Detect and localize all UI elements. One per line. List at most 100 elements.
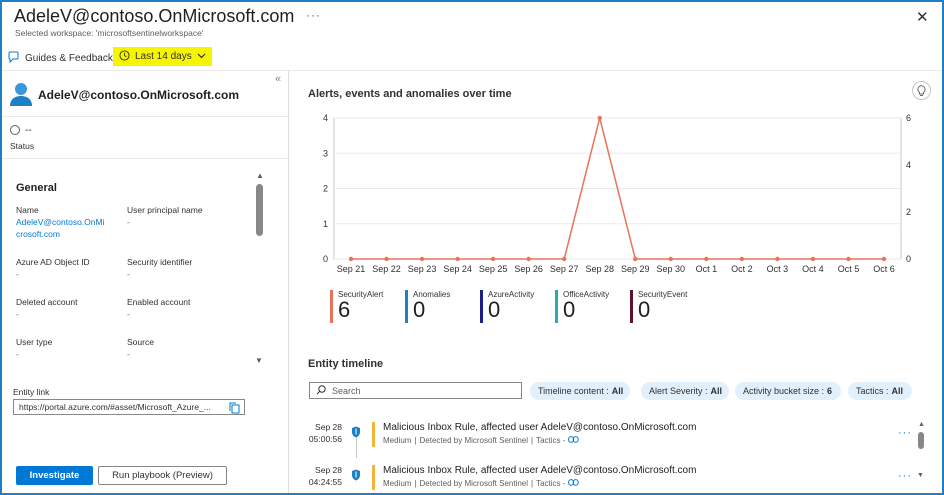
clock-icon — [119, 49, 130, 64]
legend-item[interactable]: Anomalies 0 — [405, 290, 480, 323]
time-range-button[interactable]: Last 14 days — [113, 47, 212, 66]
entity-details-panel: « AdeleV@contoso.OnMicrosoft.com -- Stat… — [2, 71, 289, 493]
legend-item[interactable]: SecurityAlert 6 — [330, 290, 405, 323]
x-tick-label: Sep 26 — [514, 264, 543, 274]
data-point — [633, 256, 638, 262]
entity-page: AdeleV@contoso.OnMicrosoft.com ··· ✕ Sel… — [0, 0, 944, 495]
x-tick-label: Oct 5 — [838, 264, 860, 274]
entity-link-field[interactable]: https://portal.azure.com/#asset/Microsof… — [13, 399, 245, 415]
prop-security-identifier: Security identifier - — [127, 257, 193, 279]
legend-series-count: 0 — [488, 297, 501, 322]
prop-aad-object-id: Azure AD Object ID - — [16, 257, 90, 279]
data-point — [526, 256, 531, 262]
filter-timeline-content[interactable]: Timeline content : All — [530, 382, 630, 400]
workspace-subtitle: Selected workspace: 'microsoftsentinelwo… — [15, 28, 204, 38]
prop-user-type: User type - — [16, 337, 53, 359]
x-tick-label: Oct 4 — [802, 264, 824, 274]
alert-title[interactable]: Malicious Inbox Rule, affected user Adel… — [383, 422, 696, 433]
data-point — [704, 256, 709, 262]
y-tick-label: 2 — [323, 184, 328, 194]
x-tick-label: Sep 21 — [337, 264, 366, 274]
timeline-search-input[interactable]: Search — [309, 382, 522, 399]
search-placeholder: Search — [332, 385, 361, 396]
status-indicator — [10, 125, 20, 135]
data-point — [419, 256, 425, 262]
alert-meta: Medium | Detected by Microsoft Sentinel | … — [383, 479, 580, 488]
x-tick-label: Sep 24 — [443, 264, 472, 274]
more-options-button[interactable]: ··· — [306, 8, 321, 22]
severity-bar — [372, 422, 375, 447]
y-axis-right: 0 2 4 6 — [906, 113, 911, 264]
chart-title: Alerts, events and anomalies over time — [308, 88, 512, 100]
data-point — [562, 256, 567, 262]
filter-alert-severity[interactable]: Alert Severity : All — [641, 382, 729, 400]
x-tick-label: Sep 27 — [550, 264, 579, 274]
prop-name: Name AdeleV@contoso.OnMi crosoft.com — [16, 205, 105, 240]
guides-feedback-label: Guides & Feedback — [25, 53, 113, 64]
copy-icon[interactable] — [229, 401, 240, 419]
legend-series-count: 6 — [338, 297, 351, 322]
user-avatar-icon — [10, 82, 32, 111]
name-value-link[interactable]: AdeleV@contoso.OnMi crosoft.com — [16, 216, 104, 240]
y-tick-label: 3 — [323, 148, 328, 158]
x-tick-label: Oct 2 — [731, 264, 753, 274]
y-right-tick-label: 2 — [906, 207, 911, 217]
y-tick-label: 4 — [323, 113, 328, 123]
x-tick-label: Sep 22 — [372, 264, 401, 274]
filter-tactics[interactable]: Tactics : All — [848, 382, 912, 400]
data-point — [739, 256, 745, 262]
data-point — [881, 256, 887, 262]
divider — [2, 158, 288, 159]
timeline-item[interactable]: Sep 28 05:00:56 Malicious Inbox Rule, af… — [308, 421, 928, 461]
scrollbar-thumb[interactable] — [256, 184, 263, 236]
item-more-button[interactable]: ··· — [898, 470, 912, 482]
alert-title[interactable]: Malicious Inbox Rule, affected user Adel… — [383, 465, 696, 476]
y-right-tick-label: 6 — [906, 113, 911, 123]
divider — [2, 116, 288, 117]
timeline-scroll-up-arrow[interactable]: ▲ — [918, 421, 925, 428]
shield-icon — [351, 425, 361, 443]
data-point — [846, 256, 851, 262]
investigate-button[interactable]: Investigate — [16, 466, 93, 485]
prop-upn: User principal name - — [127, 205, 203, 227]
data-point — [348, 256, 354, 262]
scroll-up-arrow[interactable]: ▲ — [256, 171, 264, 180]
alert-meta: Medium | Detected by Microsoft Sentinel | … — [383, 436, 580, 445]
prop-enabled-account: Enabled account - — [127, 297, 191, 319]
status-value: -- — [25, 125, 32, 136]
data-point — [775, 256, 780, 262]
timeline-item[interactable]: Sep 28 04:24:55 Malicious Inbox Rule, af… — [308, 464, 928, 493]
legend-item[interactable]: SecurityEvent 0 — [630, 290, 705, 323]
prop-source: Source - — [127, 337, 154, 359]
chart-legend: SecurityAlert 6 Anomalies 0 AzureActivity 0 Of… — [330, 290, 705, 323]
legend-item[interactable]: AzureActivity 0 — [480, 290, 555, 323]
link-icon — [568, 436, 580, 445]
filter-activity-bucket-size[interactable]: Activity bucket size :6 — [735, 382, 841, 400]
legend-series-count: 0 — [563, 297, 576, 322]
general-heading: General — [16, 182, 57, 194]
close-button[interactable]: ✕ — [916, 8, 929, 26]
y-right-tick-label: 0 — [906, 254, 911, 264]
data-point — [597, 115, 602, 121]
guides-feedback-button[interactable]: Guides & Feedback — [8, 51, 113, 66]
timeline-scroll-down-arrow[interactable]: ▼ — [917, 472, 924, 479]
legend-item[interactable]: OfficeActivity 0 — [555, 290, 630, 323]
x-tick-label: Sep 23 — [408, 264, 437, 274]
feedback-icon — [8, 51, 20, 66]
y-tick-label: 1 — [323, 219, 328, 229]
collapse-panel-button[interactable]: « — [275, 73, 281, 85]
legend-series-count: 0 — [413, 297, 426, 322]
prop-deleted-account: Deleted account - — [16, 297, 78, 319]
item-more-button[interactable]: ··· — [898, 427, 912, 439]
severity-bar — [372, 465, 375, 490]
timeline-scrollbar-thumb[interactable] — [918, 432, 924, 449]
entity-link-label: Entity link — [13, 387, 50, 397]
page-title: AdeleV@contoso.OnMicrosoft.com — [14, 6, 295, 26]
run-playbook-button[interactable]: Run playbook (Preview) — [98, 466, 227, 485]
x-tick-label: Sep 30 — [657, 264, 686, 274]
lightbulb-icon[interactable] — [912, 81, 931, 100]
x-axis: Sep 21 Sep 22 Sep 23 Sep 24 Sep 25 Sep 26 Sep … — [337, 264, 895, 274]
scroll-down-arrow[interactable]: ▼ — [255, 356, 263, 365]
status-label: Status — [10, 141, 35, 151]
search-icon — [316, 384, 326, 397]
